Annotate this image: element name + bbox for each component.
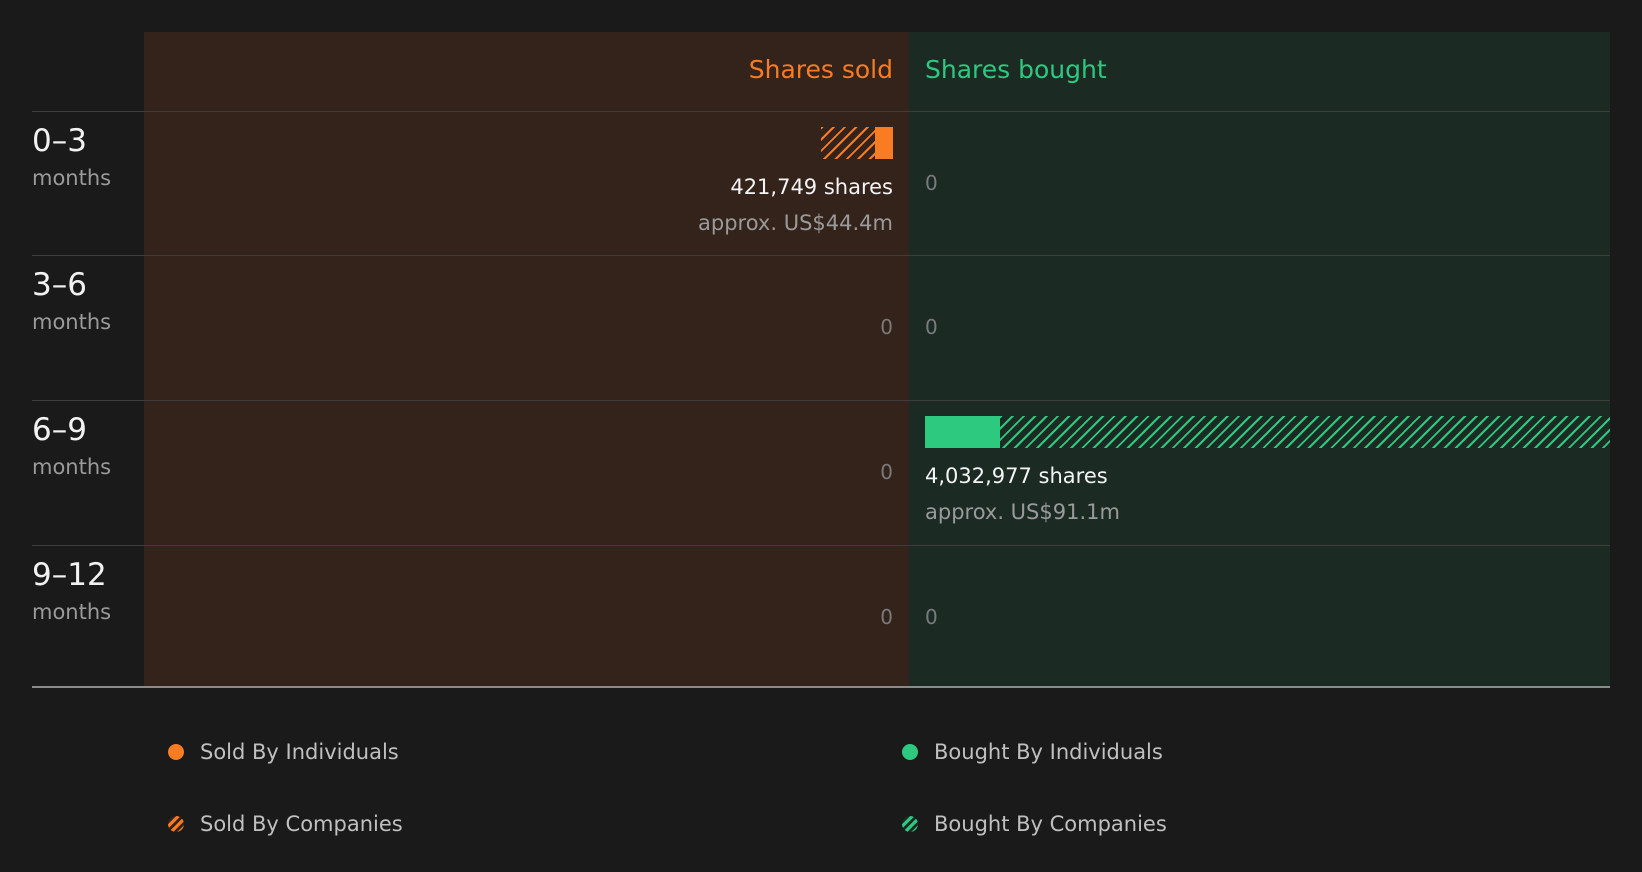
bought-by-companies-bar[interactable] xyxy=(1000,416,1610,448)
legend-hatch-icon xyxy=(902,816,918,832)
sold-zero-value: 0 xyxy=(880,605,893,629)
bought-zero-value: 0 xyxy=(925,605,938,629)
shares-count: 421,749 shares xyxy=(730,175,893,199)
bought-zero-value: 0 xyxy=(925,171,938,195)
legend-bought-individuals[interactable]: Bought By Individuals xyxy=(902,740,1163,764)
shares-count: 4,032,977 shares xyxy=(925,464,1108,488)
legend-sold-individuals[interactable]: Sold By Individuals xyxy=(168,740,399,764)
shares-sold-header: Shares sold xyxy=(748,55,893,84)
period-range: 3–6 xyxy=(32,267,87,303)
bought-zero-value: 0 xyxy=(925,315,938,339)
sold-panel xyxy=(144,32,909,687)
shares-bought-header: Shares bought xyxy=(925,55,1107,84)
sold-zero-value: 0 xyxy=(880,315,893,339)
sold-by-companies-bar[interactable] xyxy=(821,127,876,159)
period-range: 9–12 xyxy=(32,557,107,593)
legend-sold-companies[interactable]: Sold By Companies xyxy=(168,812,403,836)
chart-legend: Sold By Individuals Bought By Individual… xyxy=(0,740,1642,870)
bought-by-individuals-bar[interactable] xyxy=(925,416,1001,448)
legend-hatch-icon xyxy=(168,816,184,832)
legend-dot-icon xyxy=(168,744,184,760)
chart-baseline xyxy=(32,686,1610,688)
legend-dot-icon xyxy=(902,744,918,760)
period-range: 6–9 xyxy=(32,412,87,448)
row-divider xyxy=(32,545,1610,546)
usd-value: approx. US$91.1m xyxy=(925,500,1120,524)
usd-value: approx. US$44.4m xyxy=(698,211,893,235)
legend-label: Sold By Individuals xyxy=(200,740,399,764)
period-unit: months xyxy=(32,600,112,624)
legend-label: Bought By Companies xyxy=(934,812,1167,836)
legend-label: Bought By Individuals xyxy=(934,740,1163,764)
legend-label: Sold By Companies xyxy=(200,812,403,836)
sold-value-label: 421,749 shares approx. US$44.4m xyxy=(698,172,893,238)
period-label: 9–12 months xyxy=(32,555,111,627)
period-label: 0–3 months xyxy=(32,121,111,193)
insider-trading-chart: Shares sold Shares bought 0–3 months 421,7… xyxy=(0,0,1642,700)
row-divider xyxy=(32,255,1610,256)
row-divider xyxy=(32,111,1610,112)
sold-zero-value: 0 xyxy=(880,460,893,484)
period-unit: months xyxy=(32,310,112,334)
sold-by-individuals-bar[interactable] xyxy=(875,127,893,159)
period-range: 0–3 xyxy=(32,123,87,159)
period-unit: months xyxy=(32,166,112,190)
row-divider xyxy=(32,400,1610,401)
period-label: 6–9 months xyxy=(32,410,111,482)
period-unit: months xyxy=(32,455,112,479)
legend-bought-companies[interactable]: Bought By Companies xyxy=(902,812,1167,836)
bought-value-label: 4,032,977 shares approx. US$91.1m xyxy=(925,461,1120,527)
bought-panel xyxy=(909,32,1610,687)
period-label: 3–6 months xyxy=(32,265,111,337)
